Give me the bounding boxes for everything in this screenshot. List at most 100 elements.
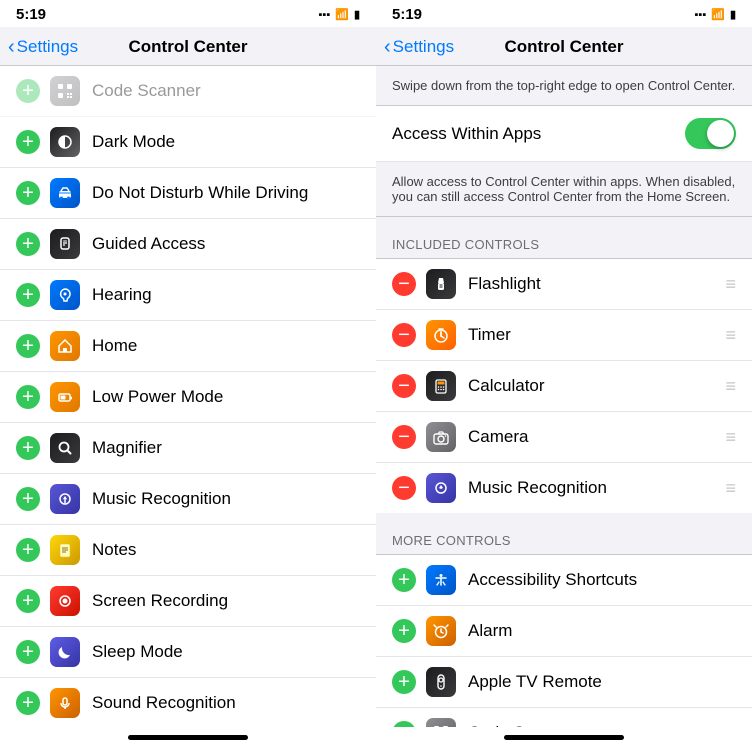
app-icon — [50, 229, 80, 259]
remove-button-timer[interactable] — [392, 323, 416, 347]
item-label-flashlight: Flashlight — [468, 274, 717, 294]
app-icon — [50, 484, 80, 514]
back-label-right: Settings — [393, 37, 454, 57]
app-icon — [50, 637, 80, 667]
included-item-calculator[interactable]: Calculator ≡ — [376, 361, 752, 412]
list-item[interactable]: Code Scanner — [0, 66, 376, 117]
list-item[interactable]: Dark Mode — [0, 117, 376, 168]
time-left: 5:19 — [16, 6, 46, 23]
wifi-icon-right: 📶 — [711, 8, 725, 21]
app-icon — [50, 433, 80, 463]
add-button-accessibility[interactable] — [392, 568, 416, 592]
add-button-appletv[interactable] — [392, 670, 416, 694]
add-button[interactable] — [16, 385, 40, 409]
remove-button-music-recog[interactable] — [392, 476, 416, 500]
list-item[interactable]: Sound Recognition — [0, 678, 376, 727]
info-box: Swipe down from the top-right edge to op… — [376, 66, 752, 106]
status-bar-right: 5:19 ▪▪▪ 📶 ▮ — [376, 0, 752, 27]
item-label-timer: Timer — [468, 325, 717, 345]
battery-icon-right: ▮ — [730, 8, 736, 21]
home-indicator — [0, 727, 376, 747]
app-icon-timer — [426, 320, 456, 350]
more-item-code-scanner[interactable]: Code Scanner — [376, 708, 752, 727]
list-item[interactable]: Magnifier — [0, 423, 376, 474]
drag-handle-calculator: ≡ — [725, 376, 736, 397]
list-item[interactable]: Low Power Mode — [0, 372, 376, 423]
toggle-knob — [707, 120, 734, 147]
list-item[interactable]: Notes — [0, 525, 376, 576]
remove-button-camera[interactable] — [392, 425, 416, 449]
app-icon — [50, 688, 80, 718]
access-within-apps-row[interactable]: Access Within Apps — [376, 106, 752, 162]
list-item[interactable]: Sleep Mode — [0, 627, 376, 678]
item-label: Sound Recognition — [92, 693, 360, 713]
app-icon-camera — [426, 422, 456, 452]
more-item-alarm[interactable]: Alarm — [376, 606, 752, 657]
right-scroll-area[interactable]: Swipe down from the top-right edge to op… — [376, 66, 752, 727]
left-panel: 5:19 ▪▪▪ 📶 ▮ ‹ Settings Control Center C… — [0, 0, 376, 747]
add-button[interactable] — [16, 691, 40, 715]
access-within-apps-toggle[interactable] — [685, 118, 736, 149]
back-button-left[interactable]: ‹ Settings — [8, 36, 78, 59]
drag-handle-timer: ≡ — [725, 325, 736, 346]
app-icon — [50, 586, 80, 616]
app-icon-calculator — [426, 371, 456, 401]
app-icon — [50, 127, 80, 157]
time-right: 5:19 — [392, 6, 422, 23]
item-label-alarm: Alarm — [468, 621, 736, 641]
more-item-appletv[interactable]: Apple TV Remote — [376, 657, 752, 708]
remove-button-calculator[interactable] — [392, 374, 416, 398]
item-label: Music Recognition — [92, 489, 360, 509]
app-icon-accessibility — [426, 565, 456, 595]
nav-title-right: Control Center — [505, 37, 624, 57]
included-item-timer[interactable]: Timer ≡ — [376, 310, 752, 361]
add-button[interactable] — [16, 232, 40, 256]
add-button[interactable] — [16, 640, 40, 664]
list-item[interactable]: Home — [0, 321, 376, 372]
item-label: Hearing — [92, 285, 360, 305]
back-label-left: Settings — [17, 37, 78, 57]
item-label: Guided Access — [92, 234, 360, 254]
included-controls-list: Flashlight ≡ Timer ≡ Calculator ≡ — [376, 259, 752, 513]
signal-icon: ▪▪▪ — [319, 9, 331, 21]
add-button[interactable] — [16, 181, 40, 205]
list-item[interactable]: Screen Recording — [0, 576, 376, 627]
add-button[interactable] — [16, 79, 40, 103]
left-list[interactable]: Code Scanner Dark Mode Do Not Disturb Wh… — [0, 66, 376, 727]
item-label-calculator: Calculator — [468, 376, 717, 396]
status-bar-left: 5:19 ▪▪▪ 📶 ▮ — [0, 0, 376, 27]
app-icon — [50, 280, 80, 310]
more-item-accessibility[interactable]: Accessibility Shortcuts — [376, 555, 752, 606]
add-button[interactable] — [16, 538, 40, 562]
drag-handle-music-recog: ≡ — [725, 478, 736, 499]
back-button-right[interactable]: ‹ Settings — [384, 36, 454, 59]
item-label: Dark Mode — [92, 132, 360, 152]
add-button[interactable] — [16, 283, 40, 307]
home-bar — [128, 735, 248, 740]
add-button-alarm[interactable] — [392, 619, 416, 643]
included-item-music-recog[interactable]: Music Recognition ≡ — [376, 463, 752, 513]
remove-button-flashlight[interactable] — [392, 272, 416, 296]
add-button[interactable] — [16, 487, 40, 511]
home-bar-right — [504, 735, 624, 740]
add-button[interactable] — [16, 436, 40, 460]
battery-icon: ▮ — [354, 8, 360, 21]
item-label: Notes — [92, 540, 360, 560]
add-button[interactable] — [16, 589, 40, 613]
list-item[interactable]: Do Not Disturb While Driving — [0, 168, 376, 219]
add-button[interactable] — [16, 130, 40, 154]
list-item[interactable]: Music Recognition — [0, 474, 376, 525]
info-text: Swipe down from the top-right edge to op… — [392, 78, 735, 93]
chevron-icon-right: ‹ — [384, 36, 391, 59]
nav-header-right: ‹ Settings Control Center — [376, 27, 752, 66]
app-icon-alarm — [426, 616, 456, 646]
list-item[interactable]: Hearing — [0, 270, 376, 321]
item-label: Low Power Mode — [92, 387, 360, 407]
right-panel: 5:19 ▪▪▪ 📶 ▮ ‹ Settings Control Center S… — [376, 0, 752, 747]
add-button[interactable] — [16, 334, 40, 358]
included-item-flashlight[interactable]: Flashlight ≡ — [376, 259, 752, 310]
item-label: Screen Recording — [92, 591, 360, 611]
included-item-camera[interactable]: Camera ≡ — [376, 412, 752, 463]
app-icon-flashlight — [426, 269, 456, 299]
list-item[interactable]: Guided Access — [0, 219, 376, 270]
